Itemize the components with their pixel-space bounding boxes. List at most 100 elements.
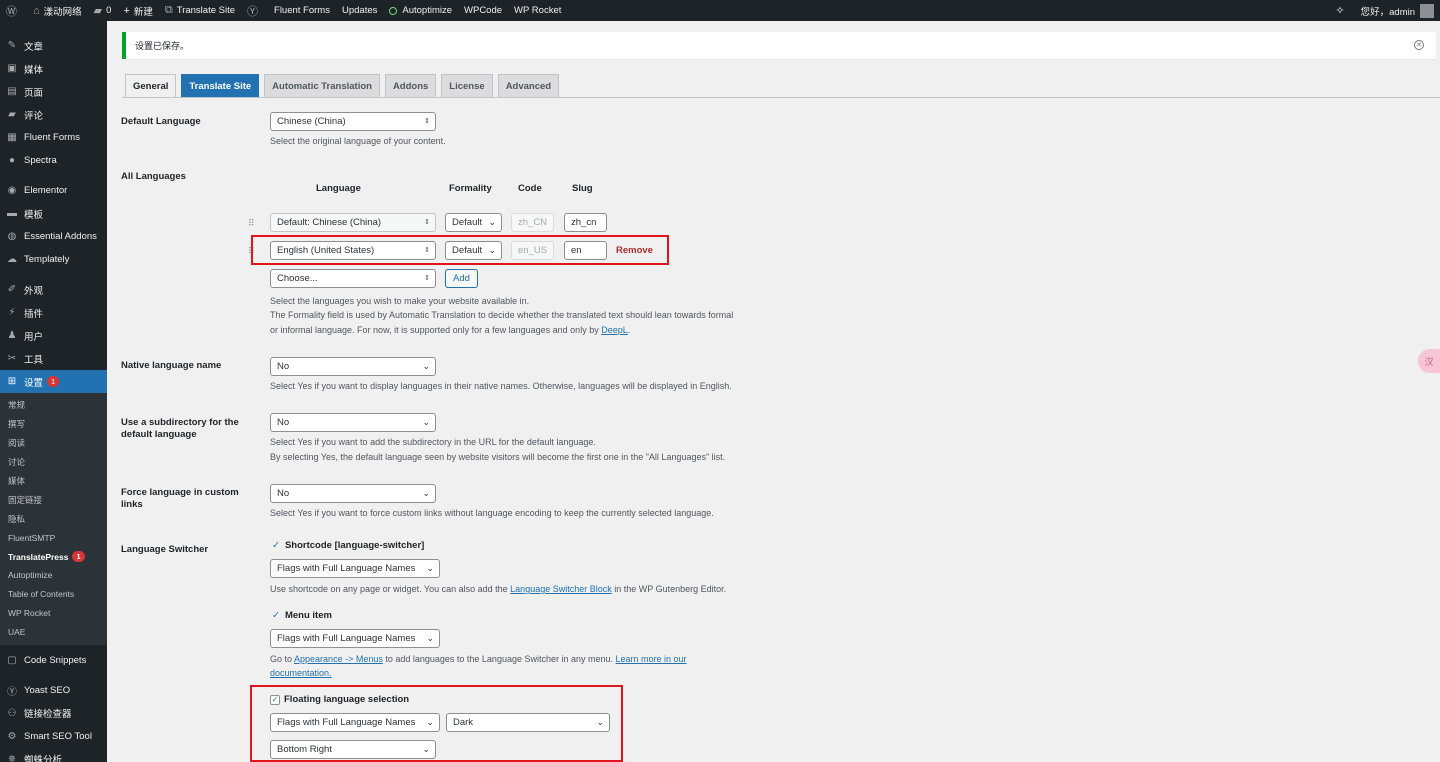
autoptimize-label: Autoptimize <box>402 5 453 16</box>
floater-label: 汉 <box>1424 356 1434 367</box>
translate-site-link[interactable]: ⧉ Translate Site <box>159 0 241 21</box>
language-select-default: Default: Chinese (China) ⇕ <box>270 213 436 232</box>
submenu-item-writing[interactable]: 撰写 <box>0 415 107 434</box>
autoptimize-link[interactable]: Autoptimize <box>383 0 458 21</box>
documentation-link[interactable]: documentation. <box>270 668 332 678</box>
select-value: Flags with Full Language Names <box>277 563 416 574</box>
submenu-item-reading[interactable]: 阅读 <box>0 434 107 453</box>
sparkle-icon: ✧ <box>1335 5 1345 17</box>
add-language-button[interactable]: Add <box>445 269 478 288</box>
sidebar-item-templately[interactable]: ☁ Templately <box>0 248 107 271</box>
select-value: No <box>277 361 290 372</box>
shortcode-option[interactable]: ✓ Shortcode [language-switcher] <box>272 540 424 551</box>
sidebar-item-label: 设置 <box>24 377 44 389</box>
submenu-item-translatepress[interactable]: TranslatePress 1 <box>0 547 107 566</box>
submenu-item-media[interactable]: 媒体 <box>0 472 107 491</box>
header-formality: Formality <box>449 183 492 194</box>
submenu-item-label: TranslatePress <box>8 551 69 562</box>
formality-select-default[interactable]: Default ⌄ <box>445 213 502 232</box>
forms-icon: ▦ <box>7 132 17 143</box>
select-value: No <box>277 488 290 499</box>
force-language-select[interactable]: No ⌄ <box>270 484 436 503</box>
sidebar-item-templates[interactable]: ▬ 模板 <box>0 202 107 225</box>
sidebar-item-spectra[interactable]: ● Spectra <box>0 149 107 172</box>
my-account-link[interactable]: 您好，admin <box>1355 0 1440 21</box>
settings-submenu: 常规 撰写 阅读 讨论 媒体 固定链接 隐私 FluentSMTP Transl… <box>0 393 107 645</box>
submenu-item-fluentsmtp[interactable]: FluentSMTP <box>0 528 107 547</box>
sidebar-item-comments[interactable]: ▰ 评论 <box>0 103 107 126</box>
submenu-item-uae[interactable]: UAE <box>0 623 107 642</box>
sidebar-item-essential-addons[interactable]: ◍ Essential Addons <box>0 225 107 248</box>
tab-translate-site[interactable]: Translate Site <box>181 74 260 97</box>
sidebar-item-label: Smart SEO Tool <box>24 730 92 742</box>
language-switcher-block-link[interactable]: Language Switcher Block <box>510 584 612 594</box>
sidebar-item-appearance[interactable]: ✐ 外观 <box>0 278 107 301</box>
menu-style-select[interactable]: Flags with Full Language Names ⌄ <box>270 629 440 648</box>
menu-item-option[interactable]: ✓ Menu item <box>272 610 332 621</box>
wp-rocket-link[interactable]: WP Rocket <box>508 0 567 21</box>
sidebar-item-users[interactable]: ♟ 用户 <box>0 324 107 347</box>
tab-addons[interactable]: Addons <box>384 74 437 97</box>
drag-handle-icon[interactable]: ⠿ <box>248 218 255 229</box>
site-name-link[interactable]: ⌂ 漾动网络 <box>27 0 88 21</box>
yoast-link[interactable]: Ⓨ <box>241 0 268 21</box>
updates-link[interactable]: Updates <box>336 0 383 21</box>
appearance-menus-link[interactable]: Appearance -> Menus <box>294 654 383 664</box>
submenu-item-autoptimize[interactable]: Autoptimize <box>0 566 107 585</box>
ai-sparkle-button[interactable]: ✧ <box>1329 0 1354 21</box>
submenu-item-privacy[interactable]: 隐私 <box>0 509 107 528</box>
sidebar-item-media[interactable]: ▣ 媒体 <box>0 57 107 80</box>
deepl-link[interactable]: DeepL <box>601 325 628 335</box>
comments-link[interactable]: ▰ 0 <box>88 0 118 21</box>
page-icon: ▤ <box>7 86 17 97</box>
translate-site-label: Translate Site <box>176 5 236 16</box>
fluent-forms-link[interactable]: Fluent Forms <box>268 0 336 21</box>
tab-advanced[interactable]: Advanced <box>497 74 560 97</box>
subdirectory-select[interactable]: No ⌄ <box>270 413 436 432</box>
choose-language-select[interactable]: Choose... ⇕ <box>270 269 436 288</box>
sidebar-item-fluent-forms[interactable]: ▦ Fluent Forms <box>0 126 107 149</box>
native-name-select[interactable]: No ⌄ <box>270 357 436 376</box>
sidebar-item-posts[interactable]: ✎ 文章 <box>0 34 107 57</box>
seo-icon: ⚙ <box>7 730 17 742</box>
submenu-item-wp-rocket[interactable]: WP Rocket <box>0 604 107 623</box>
submenu-item-toc[interactable]: Table of Contents <box>0 585 107 604</box>
wp-logo[interactable]: Ⓦ <box>0 0 27 21</box>
subdirectory-desc-2: By selecting Yes, the default language s… <box>270 452 726 462</box>
sidebar-item-yoast[interactable]: Ⓨ Yoast SEO <box>0 679 107 702</box>
tab-license[interactable]: License <box>441 74 493 97</box>
sidebar-item-pages[interactable]: ▤ 页面 <box>0 80 107 103</box>
new-content-link[interactable]: + 新建 <box>117 0 158 21</box>
chevron-down-icon: ⌄ <box>488 217 496 227</box>
dismiss-icon[interactable]: ✕ <box>1414 40 1424 50</box>
sidebar-item-link-checker[interactable]: ⚇ 链接检查器 <box>0 702 107 725</box>
all-languages-label: All Languages <box>121 171 186 182</box>
shortcode-style-select[interactable]: Flags with Full Language Names ⌄ <box>270 559 440 578</box>
submenu-item-permalinks[interactable]: 固定链接 <box>0 490 107 509</box>
sidebar-item-code-snippets[interactable]: ▢ Code Snippets <box>0 649 107 672</box>
plus-icon: + <box>123 4 130 17</box>
sidebar-item-tools[interactable]: ✂ 工具 <box>0 347 107 370</box>
chevron-down-icon: ⌄ <box>426 633 434 643</box>
learn-more-link[interactable]: Learn more in our <box>616 654 687 664</box>
submenu-item-discussion[interactable]: 讨论 <box>0 453 107 472</box>
slug-input-default[interactable]: zh_cn <box>564 213 607 232</box>
translate-floater-button[interactable]: 汉 <box>1418 349 1440 373</box>
submenu-item-general[interactable]: 常规 <box>0 396 107 415</box>
sidebar-item-settings[interactable]: ⊞ 设置 1 <box>0 370 107 393</box>
sidebar-item-label: Elementor <box>24 185 68 196</box>
sidebar-item-spider[interactable]: ✵ 蜘蛛分析 <box>0 748 107 762</box>
default-language-select[interactable]: Chinese (China) ⇕ <box>270 112 436 131</box>
sidebar-item-elementor[interactable]: ◉ Elementor <box>0 179 107 202</box>
tab-automatic-translation[interactable]: Automatic Translation <box>264 74 380 97</box>
wpcode-link[interactable]: WPCode <box>458 0 508 21</box>
sidebar-item-plugins[interactable]: ⚡ 插件 <box>0 301 107 324</box>
sidebar-item-label: 外观 <box>24 285 44 297</box>
sidebar-item-label: 用户 <box>24 331 44 343</box>
sidebar-item-label: 蜘蛛分析 <box>24 755 63 762</box>
chevron-down-icon: ⌄ <box>422 417 430 427</box>
desc-text: or informal language. For now, it is sup… <box>270 325 602 335</box>
checkmark-icon: ✓ <box>272 610 280 621</box>
tab-general[interactable]: General <box>125 74 177 97</box>
sidebar-item-smart-seo[interactable]: ⚙ Smart SEO Tool <box>0 725 107 748</box>
